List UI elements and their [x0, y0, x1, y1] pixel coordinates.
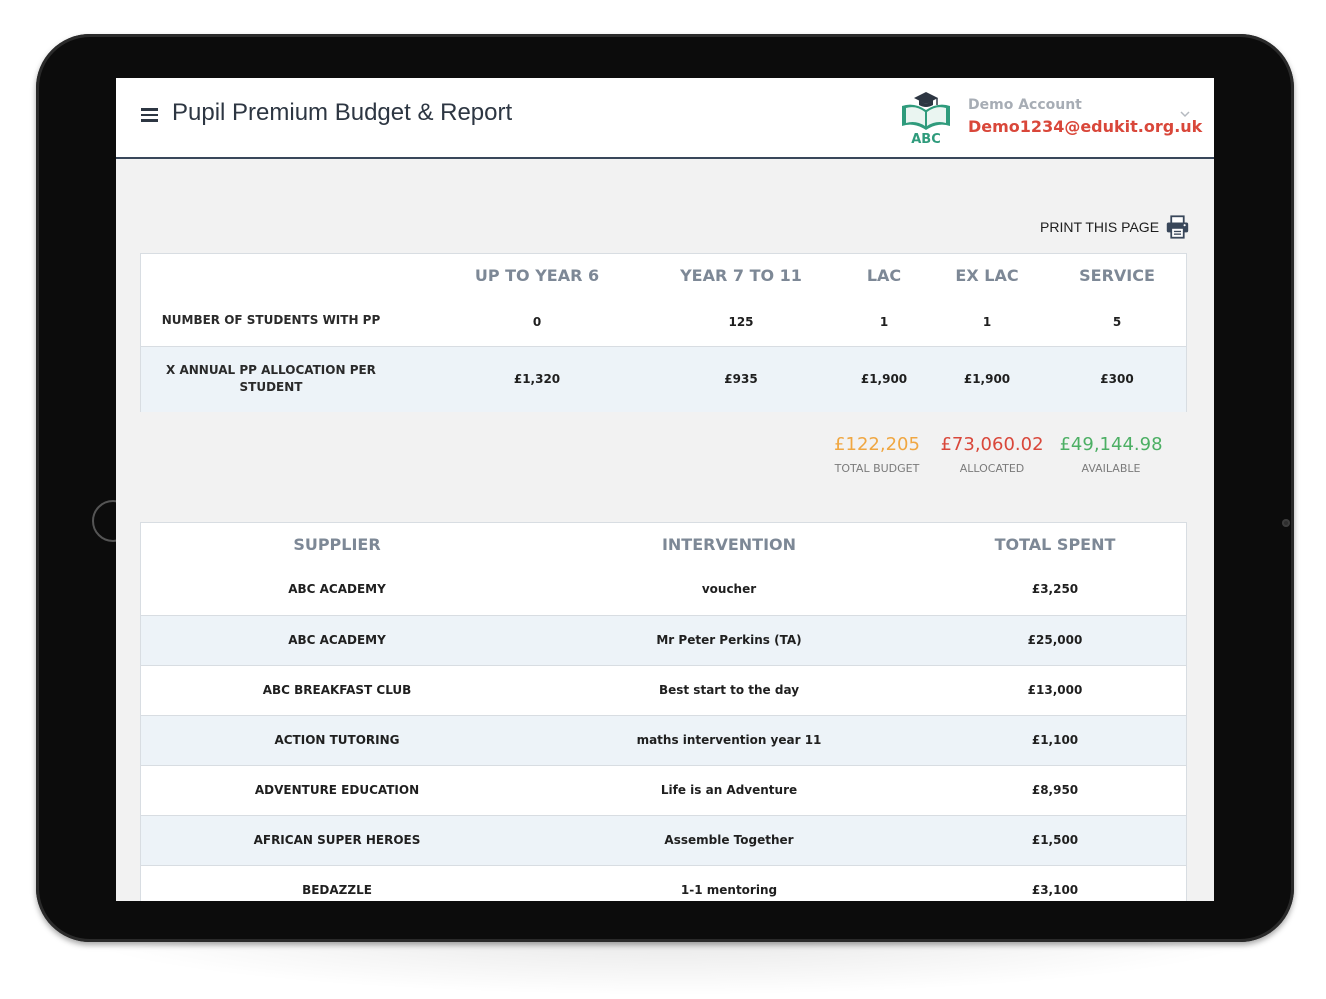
account-name: Demo Account	[968, 97, 1082, 113]
app-screen: Pupil Premium Budget & Report ABC Demo A…	[116, 78, 1214, 901]
page-title: Pupil Premium Budget & Report	[172, 99, 513, 126]
total-spent-cell: £1,100	[1031, 733, 1079, 747]
table-cell: £1,900	[963, 372, 1011, 386]
row-label: X ANNUAL PP ALLOCATION PER	[166, 363, 376, 377]
table-row: ABC BREAKFAST CLUB Best start to the day…	[141, 665, 1186, 715]
supplier-cell: AFRICAN SUPER HEROES	[253, 833, 421, 847]
table-row: ABC ACADEMY Mr Peter Perkins (TA) £25,00…	[141, 615, 1186, 665]
chevron-down-icon[interactable]	[1180, 109, 1190, 119]
total-budget-value: £122,205	[834, 434, 920, 455]
column-header: SERVICE	[1079, 266, 1155, 285]
allocated-value: £73,060.02	[940, 434, 1044, 455]
table-row: BEDAZZLE 1-1 mentoring £3,100	[141, 865, 1186, 901]
column-header: INTERVENTION	[661, 535, 797, 554]
school-logo: ABC	[898, 88, 954, 150]
printer-icon	[1166, 215, 1189, 239]
table-cell: £1,900	[860, 372, 908, 386]
table-row: ADVENTURE EDUCATION Life is an Adventure…	[141, 765, 1186, 815]
table-cell: 1	[982, 315, 992, 329]
table-cell: £300	[1100, 372, 1134, 386]
table-cell: £935	[724, 372, 758, 386]
total-spent-cell: £3,250	[1031, 582, 1079, 596]
column-header: TOTAL SPENT	[994, 535, 1116, 554]
table-row: ABC ACADEMY voucher £3,250	[141, 565, 1186, 615]
table-row: X ANNUAL PP ALLOCATION PER STUDENT £1,32…	[141, 346, 1186, 412]
column-header: UP TO YEAR 6	[474, 266, 600, 285]
table-cell: 125	[728, 315, 754, 329]
total-spent-cell: £13,000	[1027, 683, 1083, 697]
supplier-cell: BEDAZZLE	[302, 883, 372, 897]
column-header: LAC	[866, 266, 902, 285]
pp-allocation-table: UP TO YEAR 6 YEAR 7 TO 11 LAC EX LAC SER…	[140, 253, 1187, 412]
total-spent-cell: £25,000	[1027, 633, 1083, 647]
table-cell: 1	[879, 315, 889, 329]
intervention-cell: 1-1 mentoring	[680, 883, 778, 897]
total-spent-cell: £3,100	[1031, 883, 1079, 897]
row-label: NUMBER OF STUDENTS WITH PP	[161, 313, 381, 327]
supplier-table: SUPPLIER INTERVENTION TOTAL SPENT ABC AC…	[140, 522, 1187, 901]
supplier-cell: ADVENTURE EDUCATION	[254, 783, 420, 797]
total-spent-cell: £8,950	[1031, 783, 1079, 797]
book-graduation-icon	[902, 92, 950, 130]
intervention-cell: Assemble Together	[664, 833, 794, 847]
supplier-cell: ACTION TUTORING	[274, 733, 400, 747]
print-page-button[interactable]: PRINT THIS PAGE	[1040, 212, 1190, 242]
column-header: YEAR 7 TO 11	[680, 266, 802, 285]
intervention-cell: Best start to the day	[658, 683, 800, 697]
camera-dot	[1282, 519, 1290, 527]
table-cell: 0	[532, 315, 542, 329]
account-email[interactable]: Demo1234@edukit.org.uk	[968, 117, 1202, 136]
allocated-label: ALLOCATED	[959, 462, 1025, 475]
supplier-cell: ABC ACADEMY	[288, 633, 386, 647]
total-spent-cell: £1,500	[1031, 833, 1079, 847]
print-label: PRINT THIS PAGE	[1040, 219, 1160, 235]
intervention-cell: Life is an Adventure	[660, 783, 798, 797]
hamburger-menu-icon[interactable]	[141, 108, 158, 122]
table-cell: 5	[1112, 315, 1122, 329]
table-cell: £1,320	[513, 372, 561, 386]
available-value: £49,144.98	[1059, 434, 1163, 455]
table-row: ACTION TUTORING maths intervention year …	[141, 715, 1186, 765]
supplier-cell: ABC ACADEMY	[288, 582, 386, 596]
column-header: SUPPLIER	[293, 535, 381, 554]
intervention-cell: voucher	[701, 582, 757, 596]
intervention-cell: maths intervention year 11	[636, 733, 822, 747]
column-header: EX LAC	[955, 266, 1019, 285]
table-row: AFRICAN SUPER HEROES Assemble Together £…	[141, 815, 1186, 865]
row-label: STUDENT	[239, 380, 303, 394]
intervention-cell: Mr Peter Perkins (TA)	[656, 633, 802, 647]
available-label: AVAILABLE	[1081, 462, 1141, 475]
top-bar: Pupil Premium Budget & Report ABC Demo A…	[116, 78, 1214, 159]
logo-text: ABC	[911, 132, 941, 147]
total-budget-label: TOTAL BUDGET	[834, 462, 920, 475]
supplier-cell: ABC BREAKFAST CLUB	[262, 683, 412, 697]
